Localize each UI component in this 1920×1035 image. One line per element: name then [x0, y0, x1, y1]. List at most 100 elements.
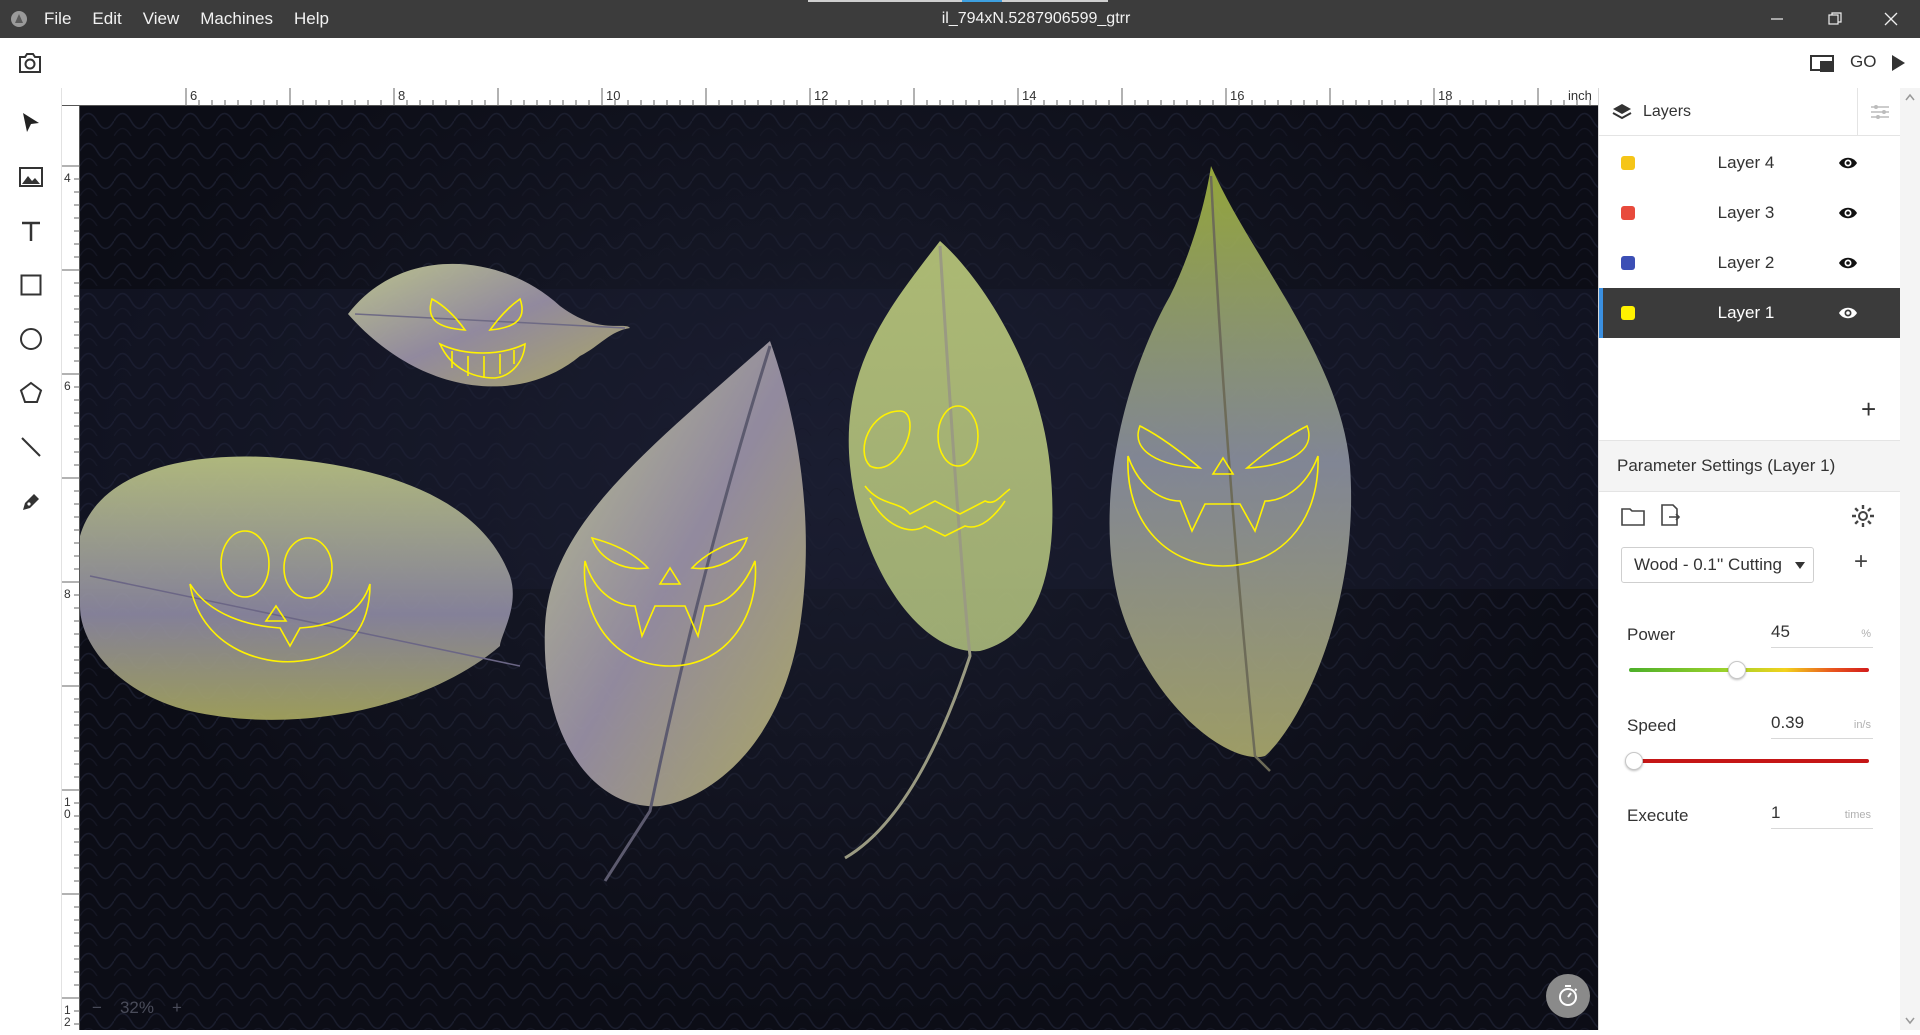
add-preset-button[interactable]: + — [1854, 548, 1868, 576]
layer-color-swatch[interactable] — [1621, 206, 1635, 220]
export-file-icon[interactable] — [1659, 504, 1681, 526]
eye-icon[interactable] — [1837, 202, 1859, 224]
layers-options-button[interactable] — [1857, 88, 1901, 136]
text-icon — [22, 221, 40, 241]
layer-name: Layer 3 — [1717, 203, 1775, 222]
ruler-label: 4 — [64, 171, 71, 185]
zoom-control: − 32% + — [92, 998, 182, 1018]
image-tool[interactable] — [16, 162, 46, 192]
right-panel: Layers Layer 4 Layer 3 Layer 2 Layer 1 +… — [1598, 88, 1901, 1030]
ruler-label: 12 — [814, 88, 829, 103]
scrollbar-arrows — [1905, 93, 1915, 1025]
cursor-arrow-icon — [23, 113, 39, 132]
power-value: 45 — [1771, 622, 1790, 641]
speed-input[interactable]: 0.39 in/s — [1771, 713, 1873, 739]
layer-row-2[interactable]: Layer 2 — [1599, 238, 1901, 288]
zoom-in-button[interactable]: + — [172, 998, 182, 1018]
select-tool[interactable] — [16, 108, 46, 138]
ruler-label: 8 — [398, 88, 406, 103]
stopwatch-icon — [1559, 985, 1578, 1006]
layer-color-swatch[interactable] — [1621, 156, 1635, 170]
ruler-label: 8 — [64, 587, 71, 601]
execute-value: 1 — [1771, 803, 1781, 822]
layer-name: Layer 1 — [1717, 303, 1775, 322]
image-icon — [19, 167, 43, 187]
circle-icon — [20, 328, 42, 350]
ruler-label: 6 — [190, 88, 198, 103]
ruler-label: 14 — [1022, 88, 1037, 103]
pentagon-icon — [19, 381, 43, 403]
go-label[interactable]: GO — [1850, 52, 1876, 72]
speed-value: 0.39 — [1771, 713, 1805, 732]
polygon-tool[interactable] — [16, 378, 46, 408]
ruler-left: 4 6 8 10 12 — [62, 106, 80, 1030]
speed-slider-thumb[interactable] — [1624, 752, 1643, 770]
timer-button[interactable] — [1546, 974, 1590, 1018]
speed-slider[interactable] — [1629, 759, 1869, 763]
power-input[interactable]: 45 % — [1771, 622, 1873, 648]
layers-title: Layers — [1643, 102, 1692, 120]
text-tool[interactable] — [16, 216, 46, 246]
ellipse-tool[interactable] — [16, 324, 46, 354]
eye-icon[interactable] — [1837, 152, 1859, 174]
layer-row-4[interactable]: Layer 4 — [1599, 138, 1901, 188]
ruler-top: 6 8 10 12 14 16 18 inch — [62, 88, 1598, 106]
sliders-icon — [1870, 104, 1889, 119]
preset-value: Wood - 0.1'' Cutting — [1634, 555, 1782, 574]
eye-icon[interactable] — [1837, 252, 1859, 274]
eye-icon[interactable] — [1837, 302, 1859, 324]
preset-select[interactable]: Wood - 0.1'' Cutting — [1621, 547, 1814, 583]
speed-unit: in/s — [1853, 719, 1871, 731]
power-slider-thumb[interactable] — [1728, 661, 1746, 679]
layers-icon — [1612, 103, 1632, 119]
left-toolbar — [0, 88, 62, 1030]
play-icon[interactable] — [1890, 54, 1906, 72]
close-icon — [1884, 12, 1898, 26]
layer-color-swatch[interactable] — [1621, 256, 1635, 270]
top-toolbar: GO — [0, 38, 1920, 88]
design-canvas[interactable]: − 32% + — [80, 106, 1598, 1030]
zoom-level: 32% — [119, 998, 154, 1017]
minimize-icon — [1771, 18, 1783, 20]
ruler-top-ticks — [185, 88, 1591, 106]
layer-name: Layer 4 — [1717, 153, 1775, 172]
power-slider[interactable] — [1629, 668, 1869, 672]
frame-preview-icon[interactable] — [1810, 54, 1836, 74]
execute-unit: times — [1844, 809, 1871, 821]
layer-color-swatch[interactable] — [1621, 306, 1635, 320]
ruler-label: 6 — [64, 379, 71, 393]
line-icon — [21, 437, 41, 457]
canvas-artwork — [80, 106, 1598, 1030]
ruler-label: 12 — [64, 1003, 71, 1029]
chevron-down-icon — [1795, 562, 1805, 569]
layer-row-3[interactable]: Layer 3 — [1599, 188, 1901, 238]
line-tool[interactable] — [16, 432, 46, 462]
speed-label: Speed — [1627, 716, 1677, 735]
rectangle-tool[interactable] — [16, 270, 46, 300]
panel-scrollbar[interactable] — [1900, 88, 1920, 1030]
restore-button[interactable] — [1806, 0, 1864, 38]
ruler-label: 16 — [1230, 88, 1245, 103]
rectangle-icon — [20, 274, 42, 296]
execute-label: Execute — [1627, 806, 1689, 825]
gear-icon[interactable] — [1851, 504, 1875, 528]
zoom-out-button[interactable]: − — [92, 998, 102, 1018]
ruler-label: 10 — [606, 88, 621, 103]
ruler-label: 18 — [1438, 88, 1453, 103]
ruler-unit: inch — [1568, 88, 1592, 103]
parameter-settings-header: Parameter Settings (Layer 1) — [1599, 440, 1901, 492]
close-button[interactable] — [1862, 0, 1920, 38]
folder-icon[interactable] — [1621, 506, 1645, 526]
window-title: il_794xN.5287906599_gtrr — [941, 10, 1131, 27]
restore-icon — [1828, 12, 1842, 25]
execute-input[interactable]: 1 times — [1771, 803, 1873, 829]
layer-row-1[interactable]: Layer 1 — [1599, 288, 1901, 338]
power-unit: % — [1861, 628, 1871, 640]
add-layer-button[interactable]: + — [1861, 394, 1876, 425]
camera-icon[interactable] — [18, 52, 42, 74]
power-label: Power — [1627, 625, 1676, 644]
ruler-left-ticks — [62, 165, 80, 1025]
pen-icon — [23, 494, 39, 510]
pen-tool[interactable] — [16, 486, 46, 516]
minimize-button[interactable] — [1748, 0, 1806, 38]
